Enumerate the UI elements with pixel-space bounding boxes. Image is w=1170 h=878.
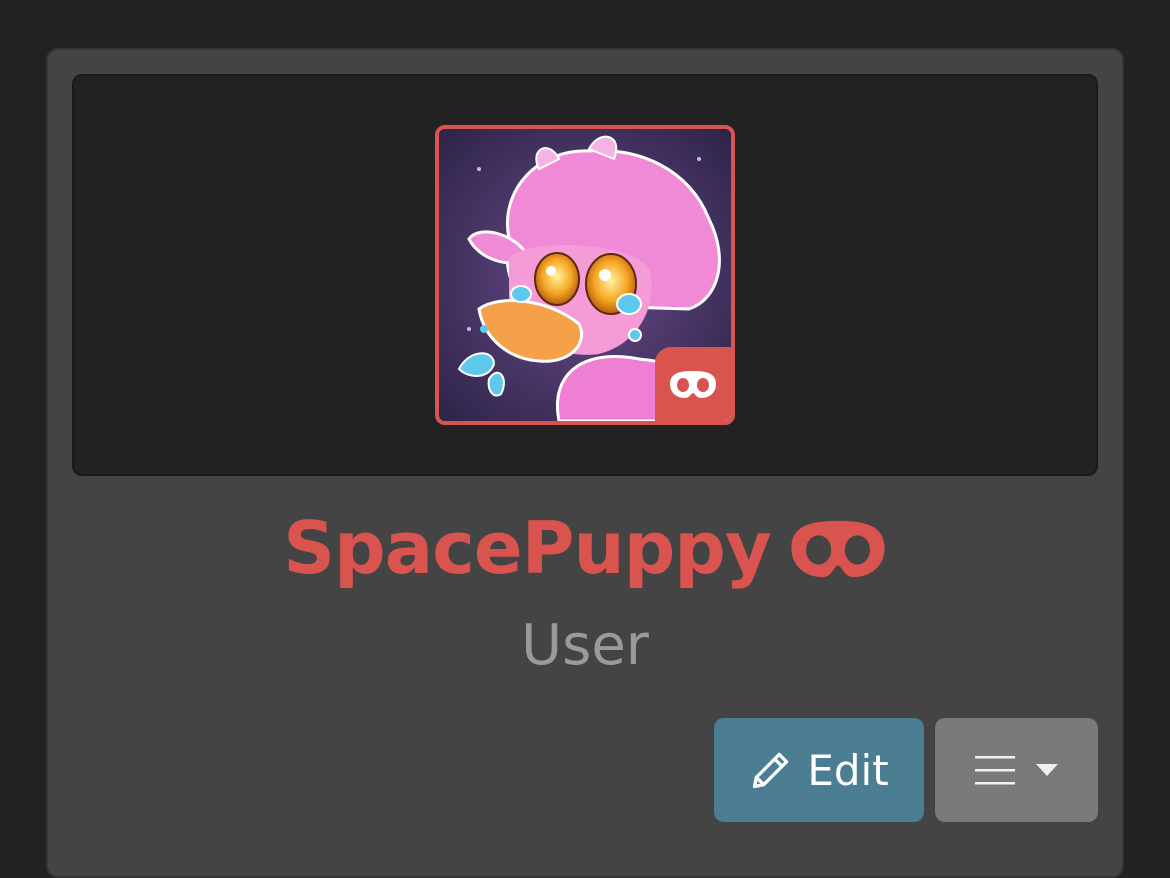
avatar-mask-badge: [655, 347, 731, 421]
username: SpacePuppy: [283, 506, 772, 590]
profile-banner: [72, 74, 1098, 476]
more-menu-button[interactable]: [935, 718, 1098, 822]
mask-icon: [791, 520, 885, 578]
caret-down-icon: [1035, 764, 1058, 776]
edit-button[interactable]: Edit: [714, 718, 924, 822]
profile-card: SpacePuppy User Edit: [46, 48, 1124, 878]
hamburger-icon: [974, 756, 1015, 785]
mask-icon: [670, 371, 716, 398]
pencil-icon: [753, 752, 789, 789]
edit-button-label: Edit: [807, 745, 889, 795]
user-role: User: [521, 613, 649, 678]
avatar[interactable]: [435, 125, 735, 425]
username-row: SpacePuppy: [48, 512, 1122, 584]
